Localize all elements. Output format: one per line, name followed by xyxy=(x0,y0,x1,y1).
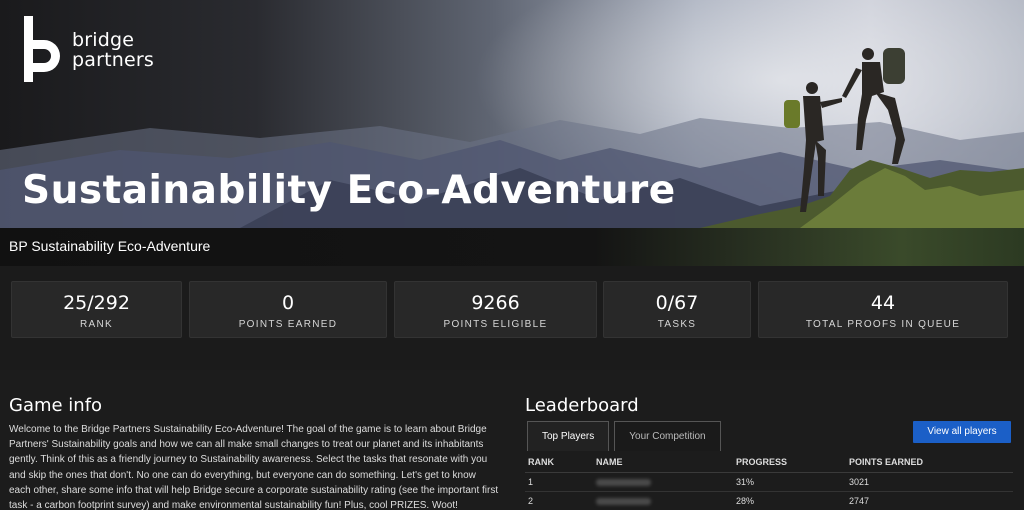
table-header-row: RANK NAME PROGRESS POINTS EARNED xyxy=(525,452,1013,473)
blurred-player-name xyxy=(596,478,651,486)
tab-top-players[interactable]: Top Players xyxy=(527,421,610,451)
bridge-partners-logo-icon xyxy=(24,16,60,82)
game-title-bar: BP Sustainability Eco-Adventure xyxy=(0,228,1024,266)
hero-banner: bridge partners Sustainability Eco-Adven… xyxy=(0,0,1024,228)
game-info-section: Game info Welcome to the Bridge Partners… xyxy=(9,395,499,510)
column-header-rank: RANK xyxy=(525,452,593,473)
stat-value: 0 xyxy=(281,292,295,314)
cell-name xyxy=(593,491,733,510)
stat-label: TASKS xyxy=(657,319,697,330)
cell-name xyxy=(593,472,733,492)
cell-rank: 2 xyxy=(525,491,593,510)
cell-points: 2747 xyxy=(846,491,1013,510)
column-header-progress: PROGRESS xyxy=(733,452,846,473)
brand-logo[interactable]: bridge partners xyxy=(22,16,154,82)
leaderboard-tabs: Top Players Your Competition xyxy=(527,421,726,451)
game-info-body: Welcome to the Bridge Partners Sustainab… xyxy=(9,424,499,510)
stat-label: TOTAL PROOFS IN QUEUE xyxy=(805,319,961,330)
cell-progress: 28% xyxy=(733,491,846,510)
hero-title: Sustainability Eco-Adventure xyxy=(22,168,676,213)
table-row[interactable]: 1 31% 3021 xyxy=(525,472,1013,492)
cell-points: 3021 xyxy=(846,472,1013,492)
stat-points-eligible: 9266 POINTS ELIGIBLE xyxy=(394,281,597,338)
stat-points-earned: 0 POINTS EARNED xyxy=(189,281,387,338)
cell-rank: 1 xyxy=(525,472,593,492)
brand-line-2: partners xyxy=(72,49,155,71)
leaderboard-section: Leaderboard Top Players Your Competition… xyxy=(525,395,1015,510)
blurred-player-name xyxy=(596,497,651,505)
cell-progress: 31% xyxy=(733,472,846,492)
brand-name: bridge partners xyxy=(72,30,154,70)
stat-value: 9266 xyxy=(471,292,520,314)
column-header-points-earned: POINTS EARNED xyxy=(846,452,1013,473)
stat-label: RANK xyxy=(80,319,113,330)
stat-tasks: 0/67 TASKS xyxy=(603,281,751,338)
stat-value: 25/292 xyxy=(63,292,130,314)
stat-value: 44 xyxy=(870,292,896,314)
stats-section: 25/292 RANK 0 POINTS EARNED 9266 POINTS … xyxy=(0,266,1024,370)
view-all-players-button[interactable]: View all players xyxy=(913,421,1011,443)
stat-rank: 25/292 RANK xyxy=(11,281,182,338)
leaderboard-heading: Leaderboard xyxy=(525,395,639,416)
leaderboard-table: RANK NAME PROGRESS POINTS EARNED 1 31% 3… xyxy=(525,452,1013,510)
tab-your-competition[interactable]: Your Competition xyxy=(614,421,721,451)
stat-value: 0/67 xyxy=(655,292,699,314)
stat-label: POINTS EARNED xyxy=(238,319,338,330)
table-row[interactable]: 2 28% 2747 xyxy=(525,491,1013,510)
stat-proofs-in-queue: 44 TOTAL PROOFS IN QUEUE xyxy=(758,281,1008,338)
column-header-name: NAME xyxy=(593,452,733,473)
game-info-heading: Game info xyxy=(9,395,103,416)
game-title: BP Sustainability Eco-Adventure xyxy=(9,238,211,254)
brand-line-1: bridge xyxy=(72,29,135,51)
stat-label: POINTS ELIGIBLE xyxy=(443,319,548,330)
